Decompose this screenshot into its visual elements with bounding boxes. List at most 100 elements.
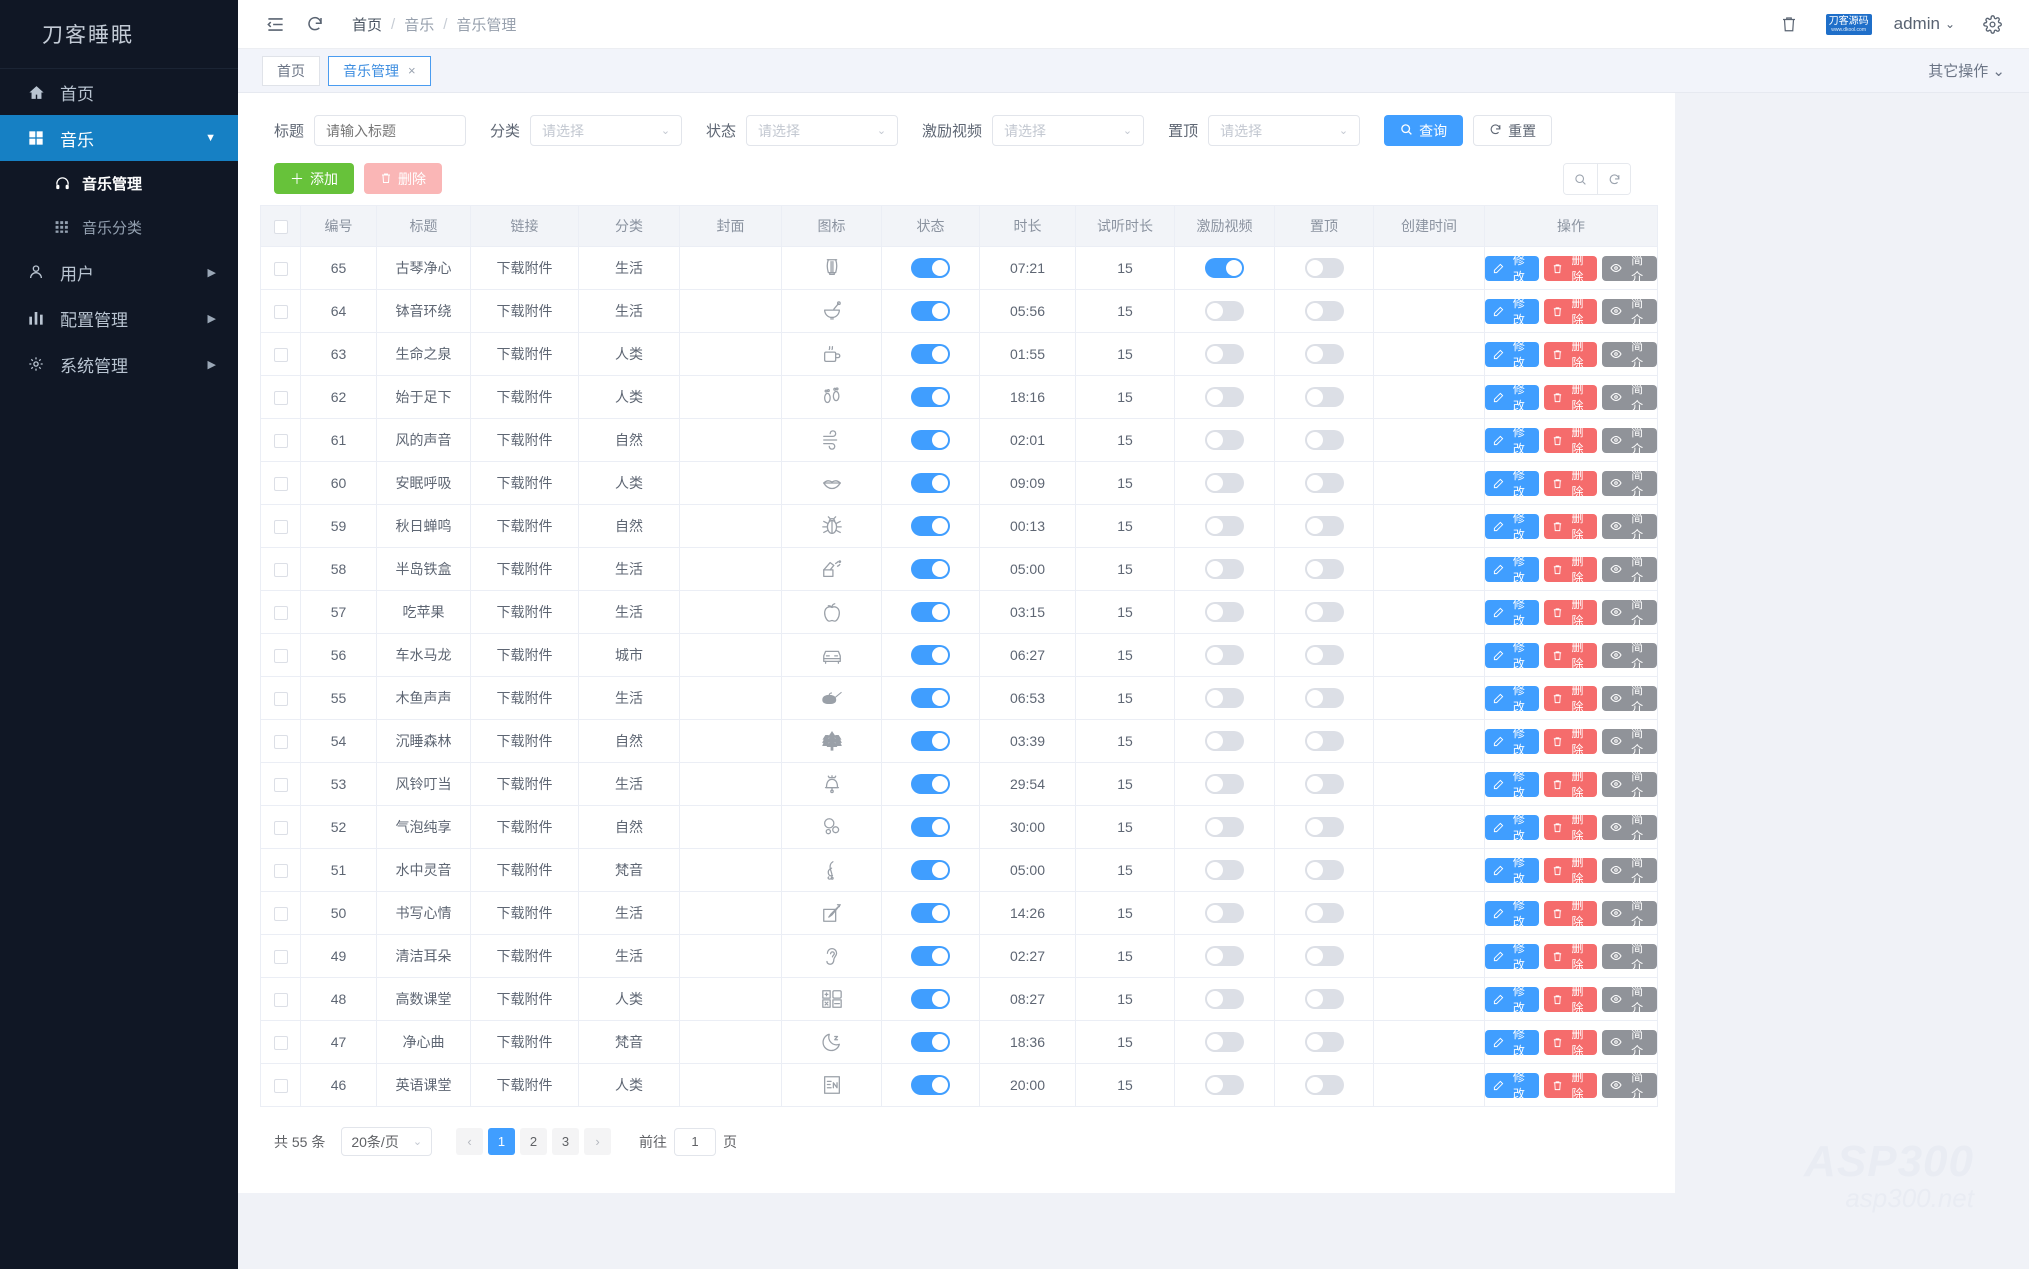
page-size-select[interactable]: 20条/页 ⌄ [341, 1127, 433, 1156]
collapse-icon[interactable] [260, 9, 290, 39]
status-toggle[interactable] [911, 516, 950, 536]
cell-link[interactable]: 下载附件 [470, 246, 579, 290]
row-checkbox[interactable] [273, 993, 288, 1008]
top-toggle[interactable] [1304, 559, 1344, 579]
info-button[interactable]: 简介 [1602, 425, 1657, 456]
row-checkbox[interactable] [273, 305, 288, 320]
edit-button[interactable]: 修改 [1485, 1027, 1539, 1058]
edit-button[interactable]: 修改 [1485, 683, 1539, 714]
cell-link[interactable]: 下载附件 [470, 590, 579, 634]
top-toggle[interactable] [1304, 1075, 1344, 1095]
status-toggle[interactable] [911, 817, 950, 837]
cell-link[interactable]: 下载附件 [470, 418, 579, 462]
reward-video-toggle[interactable] [1205, 559, 1244, 579]
del-button[interactable]: 删除 [1543, 597, 1598, 628]
edit-button[interactable]: 修改 [1485, 941, 1539, 972]
row-checkbox[interactable] [273, 1036, 288, 1051]
refresh-icon[interactable] [300, 9, 330, 39]
edit-button[interactable]: 修改 [1485, 425, 1539, 456]
breadcrumb-item-home[interactable]: 首页 [352, 14, 382, 35]
status-toggle[interactable] [911, 946, 950, 966]
reward-video-toggle[interactable] [1205, 602, 1244, 622]
top-toggle[interactable] [1304, 258, 1344, 278]
info-button[interactable]: 简介 [1602, 511, 1657, 542]
reset-button[interactable]: 重置 [1473, 115, 1553, 146]
info-button[interactable]: 简介 [1602, 554, 1657, 585]
info-button[interactable]: 简介 [1602, 812, 1657, 843]
info-button[interactable]: 简介 [1602, 984, 1657, 1015]
row-checkbox[interactable] [273, 262, 288, 277]
status-toggle[interactable] [911, 774, 950, 794]
top-toggle[interactable] [1304, 688, 1344, 708]
prev-page-button[interactable]: ‹ [456, 1128, 484, 1155]
cell-link[interactable]: 下载附件 [470, 762, 579, 806]
status-toggle[interactable] [911, 301, 950, 321]
sidebar-subitem-music-category[interactable]: 音乐分类 [0, 205, 238, 249]
search-icon[interactable] [1564, 164, 1597, 194]
top-toggle[interactable] [1304, 860, 1344, 880]
edit-button[interactable]: 修改 [1485, 1070, 1539, 1101]
refresh-icon[interactable] [1597, 164, 1630, 194]
cell-link[interactable]: 下载附件 [470, 547, 579, 591]
reward-video-toggle[interactable] [1205, 344, 1244, 364]
info-button[interactable]: 简介 [1602, 726, 1657, 757]
del-button[interactable]: 删除 [1543, 425, 1598, 456]
del-button[interactable]: 删除 [1543, 468, 1598, 499]
edit-button[interactable]: 修改 [1485, 296, 1539, 327]
del-button[interactable]: 删除 [1543, 812, 1598, 843]
row-checkbox[interactable] [273, 434, 288, 449]
status-toggle[interactable] [911, 731, 950, 751]
row-checkbox[interactable] [273, 778, 288, 793]
reward-video-toggle[interactable] [1205, 989, 1244, 1009]
row-checkbox[interactable] [273, 950, 288, 965]
row-checkbox[interactable] [273, 864, 288, 879]
cell-link[interactable]: 下载附件 [470, 676, 579, 720]
top-toggle[interactable] [1304, 731, 1344, 751]
cell-link[interactable]: 下载附件 [470, 891, 579, 935]
status-toggle[interactable] [911, 387, 950, 407]
top-toggle[interactable] [1304, 516, 1344, 536]
cell-link[interactable]: 下载附件 [470, 719, 579, 763]
close-icon[interactable]: × [408, 63, 416, 78]
info-button[interactable]: 简介 [1602, 296, 1657, 327]
info-button[interactable]: 简介 [1602, 468, 1657, 499]
sidebar-item-user[interactable]: 用户 ▶ [0, 249, 238, 295]
next-page-button[interactable]: › [584, 1128, 612, 1155]
del-button[interactable]: 删除 [1543, 382, 1598, 413]
edit-button[interactable]: 修改 [1485, 511, 1539, 542]
select-reward-video[interactable]: 请选择 ⌄ [992, 115, 1145, 146]
reward-video-toggle[interactable] [1205, 1032, 1244, 1052]
del-button[interactable]: 删除 [1543, 511, 1598, 542]
del-button[interactable]: 删除 [1543, 1027, 1598, 1058]
edit-button[interactable]: 修改 [1485, 640, 1539, 671]
reward-video-toggle[interactable] [1205, 387, 1244, 407]
status-toggle[interactable] [911, 559, 950, 579]
search-button[interactable]: 查询 [1384, 115, 1464, 146]
edit-button[interactable]: 修改 [1485, 855, 1539, 886]
status-toggle[interactable] [911, 860, 950, 880]
row-checkbox[interactable] [273, 649, 288, 664]
reward-video-toggle[interactable] [1205, 688, 1244, 708]
top-toggle[interactable] [1304, 774, 1344, 794]
del-button[interactable]: 删除 [1543, 941, 1598, 972]
reward-video-toggle[interactable] [1205, 473, 1244, 493]
sidebar-item-music[interactable]: 音乐 ▼ [0, 115, 238, 161]
del-button[interactable]: 删除 [1543, 855, 1598, 886]
reward-video-toggle[interactable] [1205, 1075, 1244, 1095]
edit-button[interactable]: 修改 [1485, 339, 1539, 370]
edit-button[interactable]: 修改 [1485, 812, 1539, 843]
cell-link[interactable]: 下载附件 [470, 1020, 579, 1064]
top-toggle[interactable] [1304, 387, 1344, 407]
status-toggle[interactable] [911, 645, 950, 665]
top-toggle[interactable] [1304, 1032, 1344, 1052]
add-button[interactable]: ＋ 添加 [274, 163, 354, 194]
top-toggle[interactable] [1304, 645, 1344, 665]
cell-link[interactable]: 下载附件 [470, 289, 579, 333]
page-jump-input[interactable] [674, 1127, 717, 1156]
select-top[interactable]: 请选择 ⌄ [1208, 115, 1361, 146]
select-status[interactable]: 请选择 ⌄ [746, 115, 899, 146]
page-button-1[interactable]: 1 [488, 1128, 516, 1155]
select-category[interactable]: 请选择 ⌄ [530, 115, 683, 146]
reward-video-toggle[interactable] [1205, 774, 1244, 794]
info-button[interactable]: 简介 [1602, 640, 1657, 671]
